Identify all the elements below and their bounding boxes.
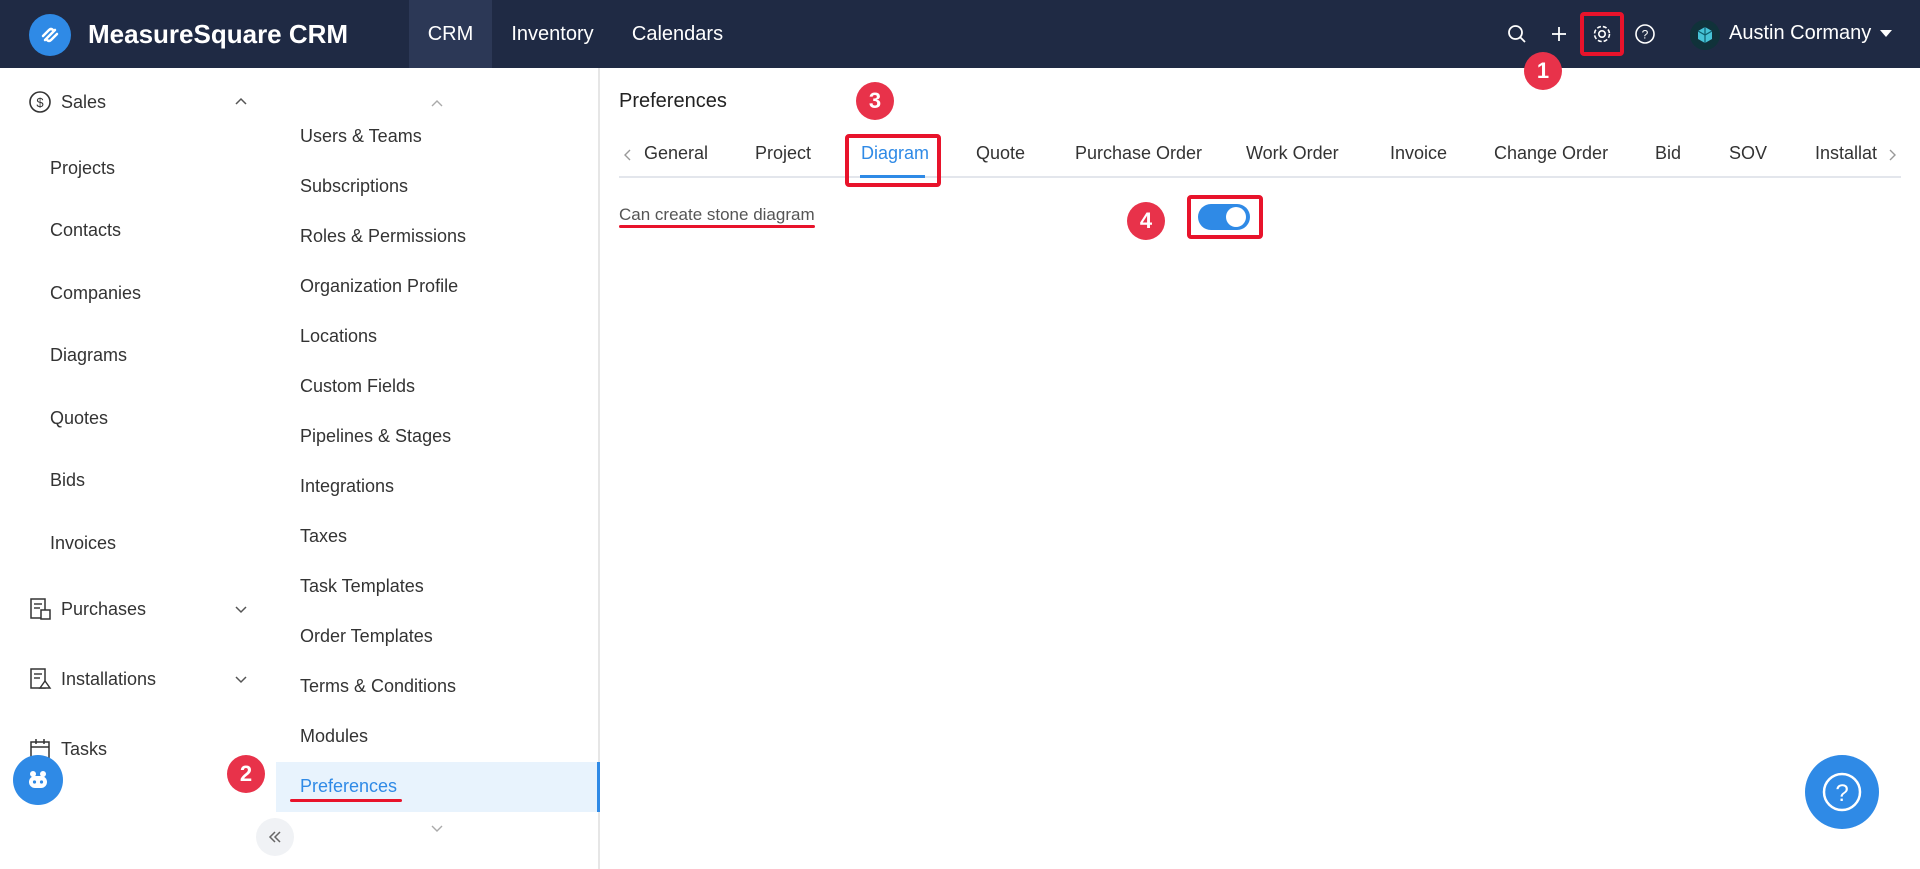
menu-item-terms-conditions[interactable]: Terms & Conditions	[300, 676, 456, 697]
user-menu-caret-icon[interactable]	[1880, 30, 1892, 37]
chevron-down-icon[interactable]	[234, 672, 248, 686]
dollar-icon: $	[27, 89, 53, 115]
menu-item-preferences[interactable]: Preferences	[300, 776, 397, 797]
sidebar-group-label: Installations	[61, 668, 157, 689]
sidebar-group-label: Tasks	[61, 738, 108, 759]
sidebar-group-label: Sales	[61, 91, 107, 112]
sidebar-item-diagrams[interactable]: Diagrams	[50, 345, 127, 366]
user-name[interactable]: Austin Cormany	[1729, 22, 1871, 45]
app-title: MeasureSquare CRM	[88, 19, 349, 49]
collapse-sidebar-button[interactable]	[256, 818, 294, 856]
help-chat-button[interactable]: ?	[1805, 755, 1879, 829]
menu-item-order-templates[interactable]: Order Templates	[300, 626, 433, 647]
installation-icon	[27, 666, 53, 692]
tab-change-order[interactable]: Change Order	[1494, 143, 1608, 164]
question-mark-icon: ?	[1822, 772, 1862, 812]
annotation-underline-option	[619, 225, 815, 228]
tab-invoice[interactable]: Invoice	[1390, 143, 1447, 164]
svg-text:$: $	[36, 95, 44, 110]
tab-work-order[interactable]: Work Order	[1246, 143, 1339, 164]
sidebar-item-contacts[interactable]: Contacts	[50, 220, 121, 241]
sidebar-item-projects[interactable]: Projects	[50, 158, 115, 179]
purchase-order-icon	[27, 596, 53, 622]
settings-menu: Users & Teams Subscriptions Roles & Perm…	[276, 68, 600, 869]
sidebar-item-quotes[interactable]: Quotes	[50, 408, 108, 429]
sidebar-group-label: Purchases	[61, 598, 147, 619]
annotation-box-diagram-tab	[845, 134, 941, 187]
menu-item-organization-profile[interactable]: Organization Profile	[300, 276, 458, 297]
tab-installation[interactable]: Installat	[1815, 143, 1883, 164]
main-sidebar: $ Sales Projects Contacts Companies Diag…	[0, 68, 275, 869]
menu-item-subscriptions[interactable]: Subscriptions	[300, 176, 408, 197]
sidebar-group-sales[interactable]: $ Sales	[27, 88, 106, 116]
sidebar-item-companies[interactable]: Companies	[50, 283, 141, 304]
tab-bid[interactable]: Bid	[1655, 143, 1681, 164]
avatar[interactable]	[1690, 20, 1720, 50]
menu-item-integrations[interactable]: Integrations	[300, 476, 394, 497]
menu-item-modules[interactable]: Modules	[300, 726, 368, 747]
sidebar-item-bids[interactable]: Bids	[50, 470, 85, 491]
add-icon[interactable]	[1547, 22, 1571, 46]
tab-purchase-order[interactable]: Purchase Order	[1075, 143, 1202, 164]
preferences-tabs: General Project Diagram Quote Purchase O…	[619, 140, 1901, 178]
annotation-badge-4: 4	[1127, 202, 1165, 240]
tabs-scroll-left-icon[interactable]	[623, 148, 633, 162]
annotation-underline-preferences	[290, 799, 402, 802]
nav-inventory[interactable]: Inventory	[500, 0, 605, 68]
app-logo-icon	[29, 14, 71, 56]
tabs-scroll-right-icon[interactable]	[1887, 148, 1897, 162]
annotation-badge-1: 1	[1524, 52, 1562, 90]
menu-item-users-teams[interactable]: Users & Teams	[300, 126, 422, 147]
search-icon[interactable]	[1505, 22, 1529, 46]
svg-text:?: ?	[1835, 780, 1848, 807]
sidebar-group-purchases[interactable]: Purchases	[27, 595, 146, 623]
chevron-down-icon[interactable]	[234, 602, 248, 616]
scroll-down-chevron-icon[interactable]	[430, 824, 444, 834]
nav-calendars[interactable]: Calendars	[620, 0, 735, 68]
annotation-box-settings	[1580, 12, 1624, 56]
tab-project[interactable]: Project	[755, 143, 811, 164]
top-navigation-bar: MeasureSquare CRM CRM Inventory Calendar…	[0, 0, 1920, 68]
bot-icon	[29, 771, 47, 788]
menu-item-task-templates[interactable]: Task Templates	[300, 576, 424, 597]
nav-crm[interactable]: CRM	[409, 0, 492, 68]
annotation-box-toggle	[1187, 195, 1263, 239]
tab-general[interactable]: General	[644, 143, 708, 164]
svg-text:?: ?	[1642, 28, 1649, 42]
menu-item-roles-permissions[interactable]: Roles & Permissions	[300, 226, 466, 247]
page-title: Preferences	[619, 90, 727, 112]
help-icon[interactable]: ?	[1633, 22, 1657, 46]
tab-sov[interactable]: SOV	[1729, 143, 1767, 164]
sidebar-item-invoices[interactable]: Invoices	[50, 533, 116, 554]
menu-item-custom-fields[interactable]: Custom Fields	[300, 376, 415, 397]
option-label-can-create-stone-diagram: Can create stone diagram	[619, 205, 815, 224]
sidebar-group-installations[interactable]: Installations	[27, 665, 156, 693]
annotation-badge-3: 3	[856, 82, 894, 120]
scroll-up-chevron-icon[interactable]	[430, 98, 444, 108]
annotation-badge-2: 2	[227, 755, 265, 793]
assistant-bot-button[interactable]	[13, 755, 63, 805]
menu-item-taxes[interactable]: Taxes	[300, 526, 347, 547]
menu-item-locations[interactable]: Locations	[300, 326, 377, 347]
chevron-up-icon[interactable]	[234, 95, 248, 109]
menu-item-pipelines-stages[interactable]: Pipelines & Stages	[300, 426, 451, 447]
tab-quote[interactable]: Quote	[976, 143, 1025, 164]
double-chevron-left-icon	[268, 831, 281, 843]
